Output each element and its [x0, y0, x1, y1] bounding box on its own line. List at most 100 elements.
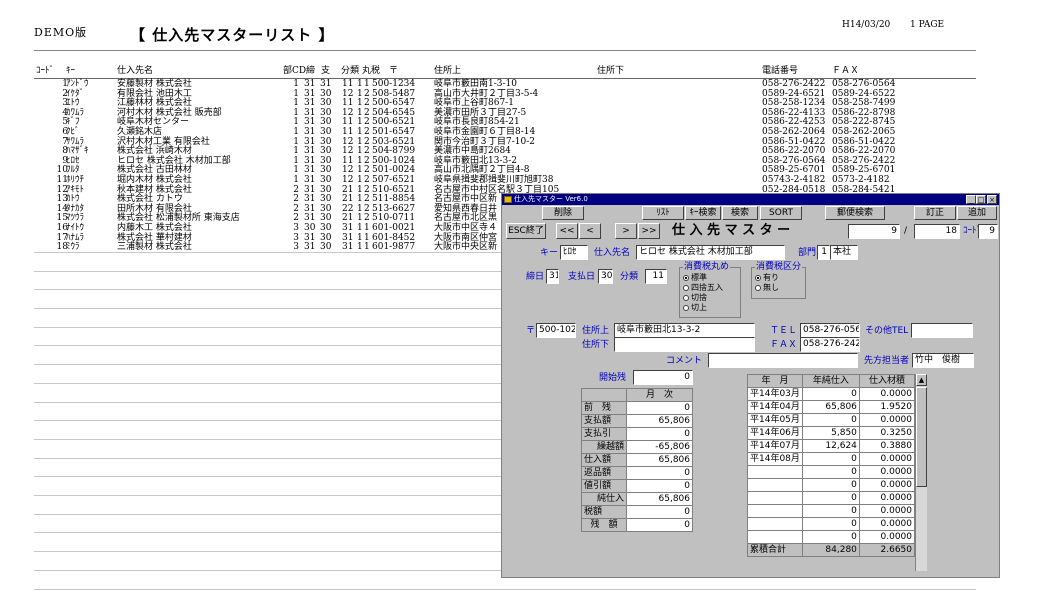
history-header: 仕入材積	[858, 374, 916, 388]
report-cell-sh: 31	[304, 165, 316, 176]
other-tel-field[interactable]	[911, 323, 973, 338]
dialog-heading: 仕 入 先 マ ス タ ー	[672, 223, 791, 238]
report-cell-m1: 1	[357, 117, 363, 128]
fax-field[interactable]: 058-276-2422	[800, 337, 860, 352]
report-cell-sh: 31	[304, 79, 316, 89]
address2-field[interactable]	[614, 337, 755, 352]
tel-field[interactable]: 058-276-0564	[800, 323, 860, 338]
monthly-value: 0	[626, 466, 693, 480]
address2-label: 住所下	[582, 340, 610, 350]
report-cell-sh: 31	[304, 242, 316, 253]
rounding-standard-radio[interactable]: 標準	[683, 273, 707, 282]
last-record-button[interactable]: >>	[638, 223, 660, 239]
report-cell-zip: 500-1024	[372, 155, 416, 166]
first-record-button[interactable]: <<	[556, 223, 578, 239]
edit-button[interactable]: 訂正	[914, 206, 956, 220]
history-total-amount: 84,280	[801, 543, 860, 557]
tax-yes-radio[interactable]: 有り	[755, 273, 779, 282]
report-date: H14/03/20	[842, 20, 891, 30]
history-amount: 0	[801, 413, 860, 427]
report-cell-zip: 507-6521	[372, 175, 416, 185]
history-scrollbar[interactable]: ▲	[915, 374, 927, 571]
history-amount: 0	[801, 387, 860, 401]
report-row: 6 ｸﾋﾞ 久瀬銘木店 1 31 30 11 1 2 501-6547 岐阜市金園町６丁目8-14 0…	[0, 127, 1043, 137]
report-row: 10 ﾌﾙﾀ 株式会社 古田林材 1 31 30 12 1 2 501-0024 高山市北隅町２丁目…	[0, 165, 1043, 175]
report-cell-sh: 31	[304, 136, 316, 147]
key-search-button[interactable]: ｷｰ検索	[685, 206, 721, 220]
minimize-icon[interactable]: _	[966, 195, 976, 204]
maximize-icon[interactable]: □	[976, 195, 986, 204]
report-cell-si: 30	[320, 242, 332, 253]
prev-record-button[interactable]: <	[579, 223, 601, 239]
rounding-round-radio[interactable]: 四捨五入	[683, 283, 723, 292]
report-cell-si: 30	[320, 155, 332, 166]
col-addr2: 住所下	[597, 66, 625, 76]
report-cell-si: 30	[320, 203, 332, 214]
report-cell-bu: 1	[293, 127, 299, 137]
monthly-table: 月 次前 残 0 支払額 65,806 支払引 0 繰越額 -65,806 仕入額 65,806 返…	[581, 388, 693, 532]
delete-button[interactable]: 削除	[542, 206, 584, 220]
report-cell-si: 30	[320, 232, 332, 243]
report-cell-tel: 058-276-2422	[762, 79, 826, 89]
tax-no-radio[interactable]: 無し	[755, 283, 779, 292]
contact-person-label: 先方担当者	[864, 356, 910, 366]
report-cell-m2: 2	[364, 194, 370, 205]
comment-field[interactable]	[708, 353, 858, 368]
monthly-value: 65,806	[626, 453, 693, 467]
next-record-button[interactable]: >	[615, 223, 637, 239]
report-cell-tel: 0586-22-4133	[762, 107, 826, 118]
scroll-thumb[interactable]	[916, 387, 927, 487]
monthly-label: 支払額	[581, 414, 627, 428]
report-cell-kana: ｱﾝﾄﾞｳ	[66, 79, 89, 89]
report-cell-si: 30	[320, 136, 332, 147]
opening-balance-field[interactable]: 0	[633, 370, 693, 385]
supplier-name-field[interactable]: ヒロセ 株式会社 木材加工部	[636, 245, 785, 260]
report-cell-m2: 2	[364, 117, 370, 128]
closing-day-field[interactable]: 31	[546, 269, 559, 284]
add-button[interactable]: 追加	[957, 206, 997, 220]
monthly-value: 65,806	[626, 492, 693, 506]
monthly-label: 残 額	[581, 518, 627, 532]
report-cell-sh: 31	[304, 88, 316, 99]
esc-exit-button[interactable]: ESC終了	[506, 223, 546, 239]
close-icon[interactable]: ×	[987, 195, 997, 204]
report-cell-sh: 31	[304, 184, 316, 195]
history-volume: 0.0000	[858, 465, 916, 479]
dept-code-field[interactable]: 1	[817, 245, 830, 260]
report-cell-addr: 岐阜県揖斐郡揖斐川町旭町38	[434, 175, 554, 185]
tax-type-title: 消費税区分	[755, 262, 803, 272]
address1-field[interactable]: 岐阜市籔田北13-3-2	[614, 323, 755, 338]
report-cell-bun: 12	[342, 175, 354, 185]
sort-button[interactable]: SORT	[760, 206, 802, 220]
report-cell-zip: 510-6521	[372, 184, 416, 195]
report-cell-sh: 31	[304, 194, 316, 205]
report-cell-si: 30	[320, 165, 332, 176]
report-cell-tel: 05743-2-4182	[762, 175, 826, 185]
list-button[interactable]: ﾘｽﾄ	[642, 206, 684, 220]
class-field[interactable]: 11	[645, 269, 667, 284]
report-cell-fax: 0573-2-4182	[832, 175, 890, 185]
monthly-label: 繰越額	[581, 440, 627, 454]
report-cell-zip: 500-1234	[372, 79, 416, 89]
zip-field[interactable]: 500-1024	[536, 323, 576, 338]
dialog-titlebar[interactable]: 仕入先マスター Ver6.0	[502, 194, 999, 205]
dept-name-field: 本社	[830, 245, 858, 260]
rounding-floor-radio[interactable]: 切捨	[683, 293, 707, 302]
report-cell-sh: 31	[304, 232, 316, 243]
report-cell-name: 三浦製材 株式会社	[117, 242, 192, 253]
report-cell-m1: 1	[357, 184, 363, 195]
report-cell-m1: 1	[357, 107, 363, 118]
pay-day-field[interactable]: 30	[598, 269, 613, 284]
rounding-ceil-radio[interactable]: 切上	[683, 303, 707, 312]
code-field[interactable]: 9	[978, 224, 998, 239]
contact-person-field[interactable]: 竹中 俊樹	[912, 353, 974, 368]
report-cell-sh: 31	[304, 155, 316, 166]
report-cell-bun: 21	[342, 194, 354, 205]
history-month: 平14年03月	[747, 387, 803, 401]
key-field[interactable]: ﾋﾛｾ	[560, 245, 588, 260]
scroll-up-icon[interactable]: ▲	[916, 374, 927, 386]
report-cell-m1: 1	[357, 79, 363, 89]
search-button[interactable]: 検索	[722, 206, 758, 220]
postal-search-button[interactable]: 郵便検索	[825, 206, 885, 220]
report-cell-tel: 0586-22-4253	[762, 117, 826, 128]
